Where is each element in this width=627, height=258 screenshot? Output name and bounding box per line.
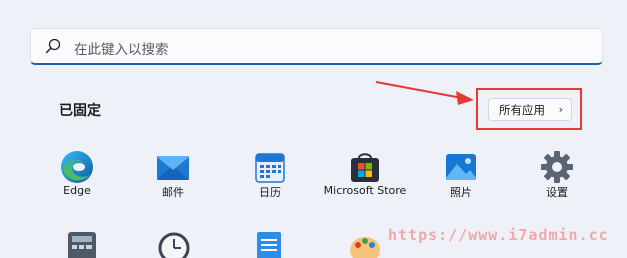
pinned-app-edge[interactable]: Edge	[29, 144, 125, 208]
calculator-icon	[68, 232, 96, 258]
search-input[interactable]: 在此键入以搜索	[74, 38, 169, 58]
pinned-app-calendar[interactable]: 日历	[222, 144, 318, 208]
pinned-app-photos[interactable]: 照片	[413, 144, 509, 208]
app-label: 邮件	[162, 186, 184, 199]
search-icon	[45, 38, 61, 54]
app-label: 设置	[546, 186, 568, 199]
pinned-app-mail[interactable]: 邮件	[125, 144, 221, 208]
all-apps-label: 所有应用	[499, 102, 545, 117]
photos-icon	[446, 154, 476, 180]
all-apps-button[interactable]: 所有应用 ›	[488, 98, 572, 121]
all-apps-highlight: 所有应用 ›	[476, 88, 582, 130]
clock-icon	[158, 232, 190, 258]
pinned-app-microsoft-store[interactable]: Microsoft Store	[317, 144, 413, 208]
watermark-text: https://www.i7admin.cc	[388, 226, 609, 244]
app-label: Edge	[63, 184, 91, 197]
annotation-arrow	[375, 81, 474, 105]
app-label: 照片	[450, 186, 472, 199]
mail-icon	[157, 156, 189, 180]
search-box[interactable]: 在此键入以搜索	[30, 28, 603, 65]
paint-icon	[350, 237, 380, 258]
settings-icon	[541, 151, 573, 183]
pinned-app-settings[interactable]: 设置	[509, 144, 605, 208]
store-icon	[351, 153, 379, 182]
app-label: Microsoft Store	[323, 184, 407, 197]
chevron-right-icon: ›	[558, 103, 563, 116]
calendar-icon	[255, 153, 285, 183]
edge-icon	[61, 151, 93, 183]
notepad-icon	[257, 232, 281, 258]
pinned-section-title: 已固定	[59, 103, 101, 119]
app-label: 日历	[259, 186, 281, 199]
